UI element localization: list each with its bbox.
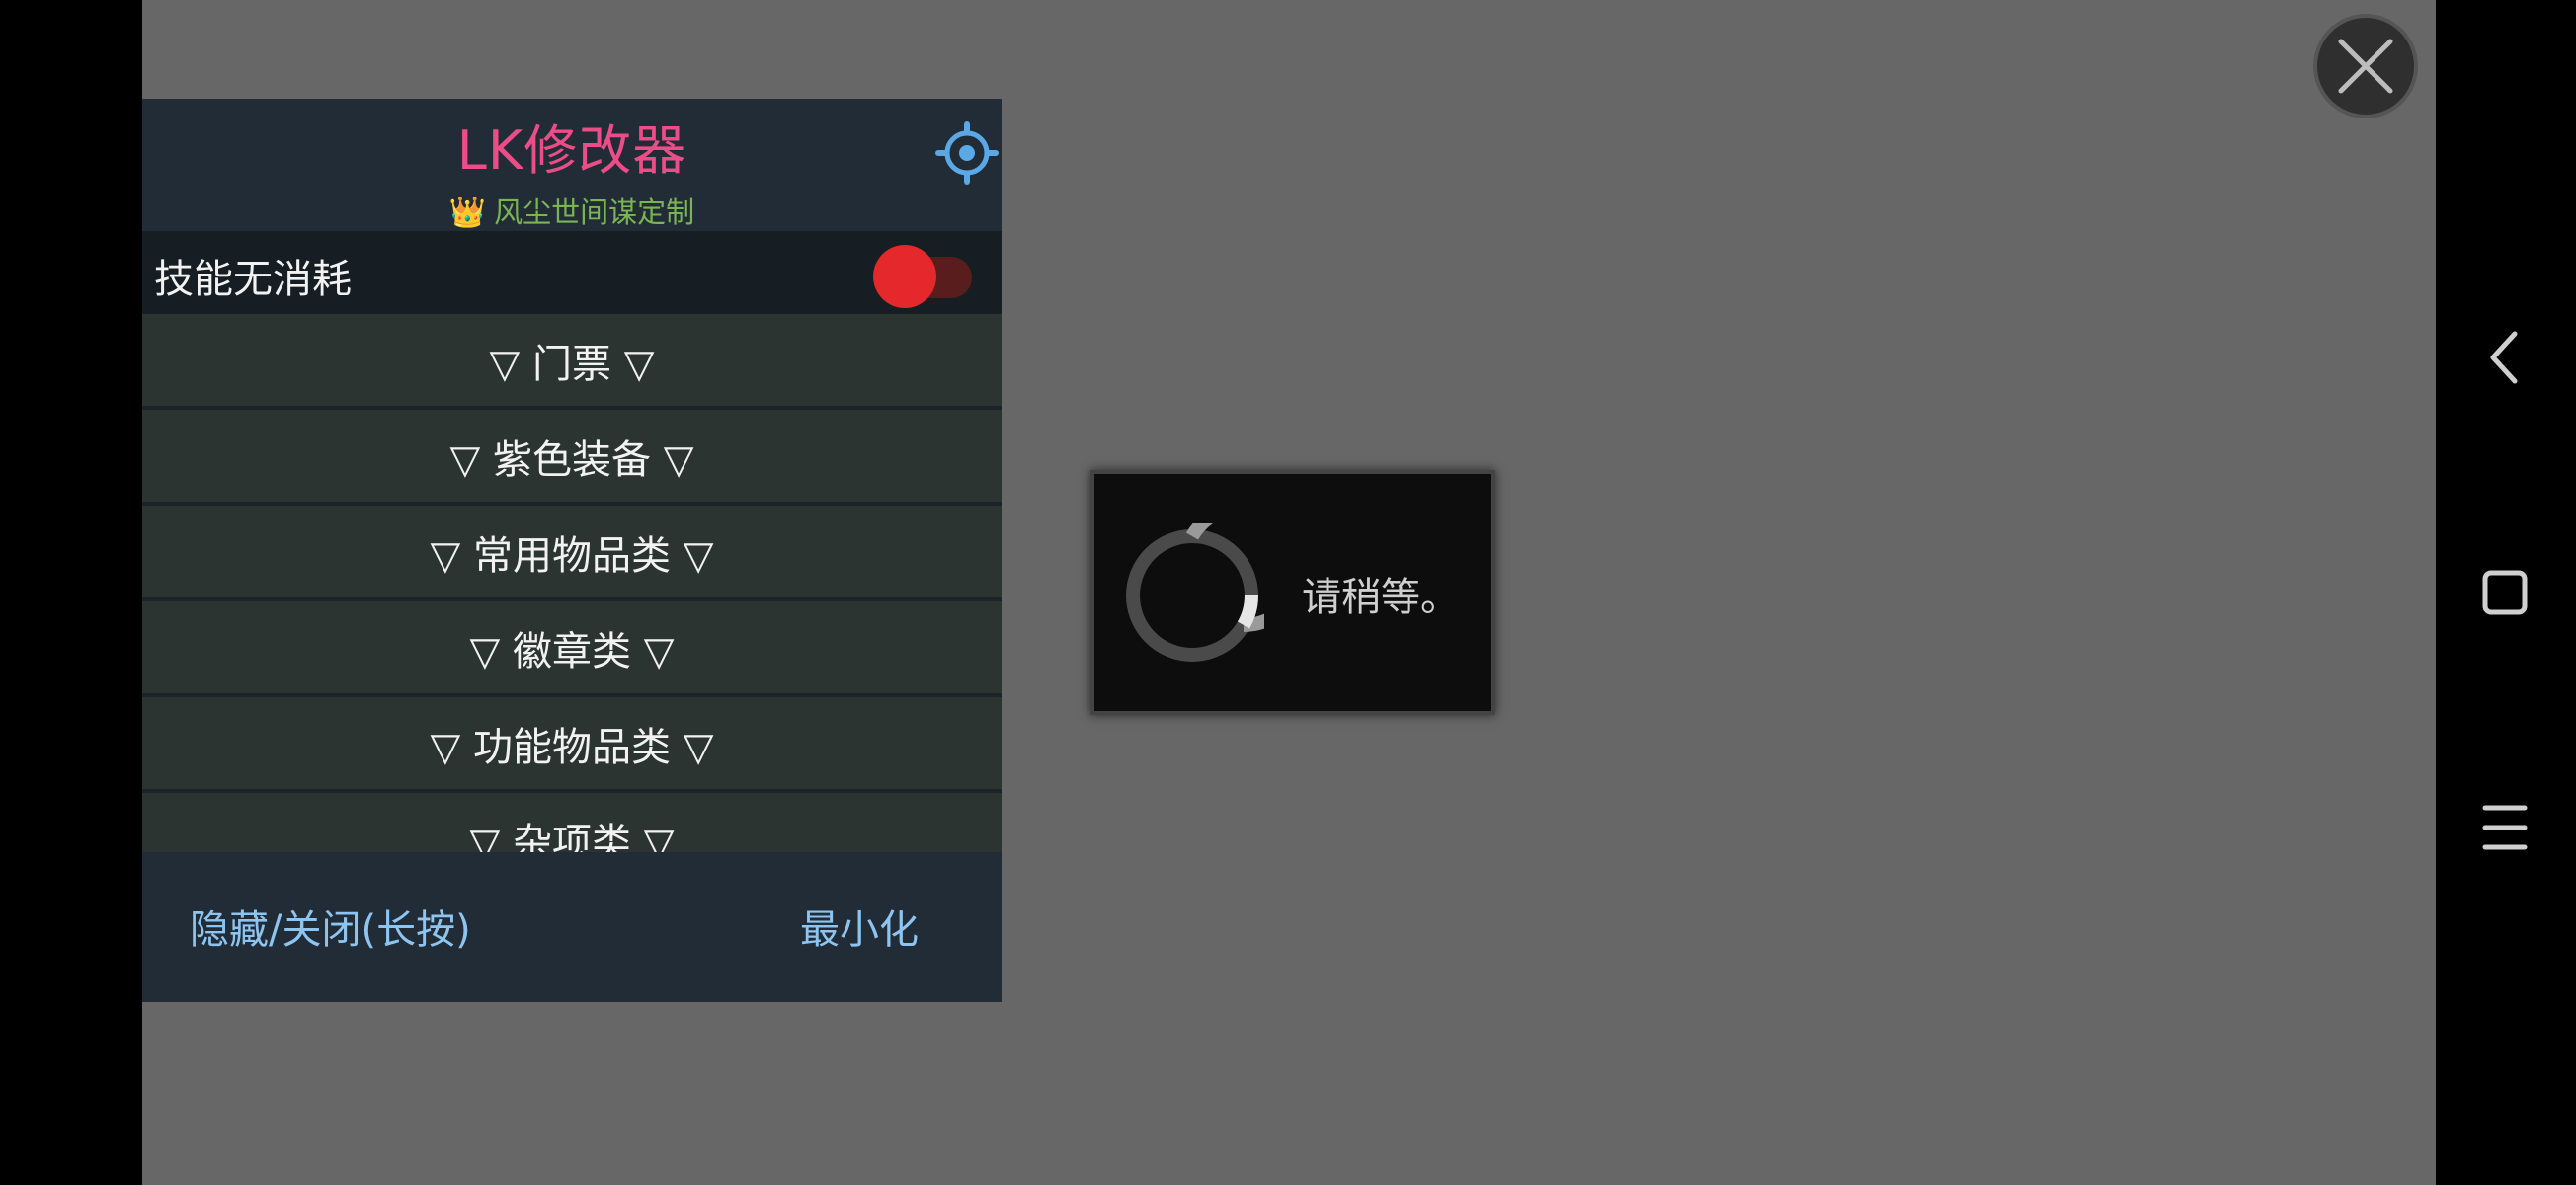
menu-header: LK修改器 👑 风尘世间谋定制 <box>142 99 1002 231</box>
crown-icon: 👑 <box>448 196 487 230</box>
no-skill-cost-row: 技能无消耗 <box>142 231 1002 314</box>
close-icon <box>2338 39 2393 94</box>
no-skill-cost-label: 技能无消耗 <box>154 257 352 302</box>
minimize-button[interactable]: 最小化 <box>800 898 919 955</box>
category-badges[interactable]: ▽ 徽章类 ▽ <box>142 601 1002 697</box>
category-function-items[interactable]: ▽ 功能物品类 ▽ <box>142 697 1002 793</box>
hide-close-button[interactable]: 隐藏/关闭(长按) <box>190 898 471 955</box>
mod-menu-panel: LK修改器 👑 风尘世间谋定制 技能无消耗 ▽ 门票 ▽ ▽ 紫色装备 ▽ ▽ 常… <box>142 99 1002 1002</box>
category-purple-equipment[interactable]: ▽ 紫色装备 ▽ <box>142 410 1002 506</box>
loading-dialog: 请稍等。 <box>1090 470 1495 715</box>
menu-footer: 隐藏/关闭(长按) 最小化 <box>142 852 1002 1002</box>
loading-text: 请稍等。 <box>1302 575 1460 620</box>
left-black-bar <box>0 0 142 1185</box>
category-tickets[interactable]: ▽ 门票 ▽ <box>142 314 1002 410</box>
home-icon[interactable] <box>2465 553 2544 632</box>
menu-title: LK修改器 <box>456 119 687 182</box>
gear-icon[interactable] <box>932 118 1002 188</box>
category-list[interactable]: ▽ 门票 ▽ ▽ 紫色装备 ▽ ▽ 常用物品类 ▽ ▽ 徽章类 ▽ ▽ 功能物品… <box>142 314 1002 852</box>
menu-icon[interactable] <box>2465 788 2544 867</box>
menu-subtitle-text: 风尘世间谋定制 <box>494 196 695 229</box>
spinner-icon <box>1126 523 1264 662</box>
category-common-items[interactable]: ▽ 常用物品类 ▽ <box>142 506 1002 601</box>
floating-close-button[interactable] <box>2313 14 2418 118</box>
menu-subtitle: 👑 风尘世间谋定制 <box>142 190 1002 231</box>
back-icon[interactable] <box>2465 318 2544 397</box>
toggle-knob[interactable] <box>873 245 936 308</box>
category-misc[interactable]: ▽ 杂项类 ▽ <box>142 793 1002 852</box>
